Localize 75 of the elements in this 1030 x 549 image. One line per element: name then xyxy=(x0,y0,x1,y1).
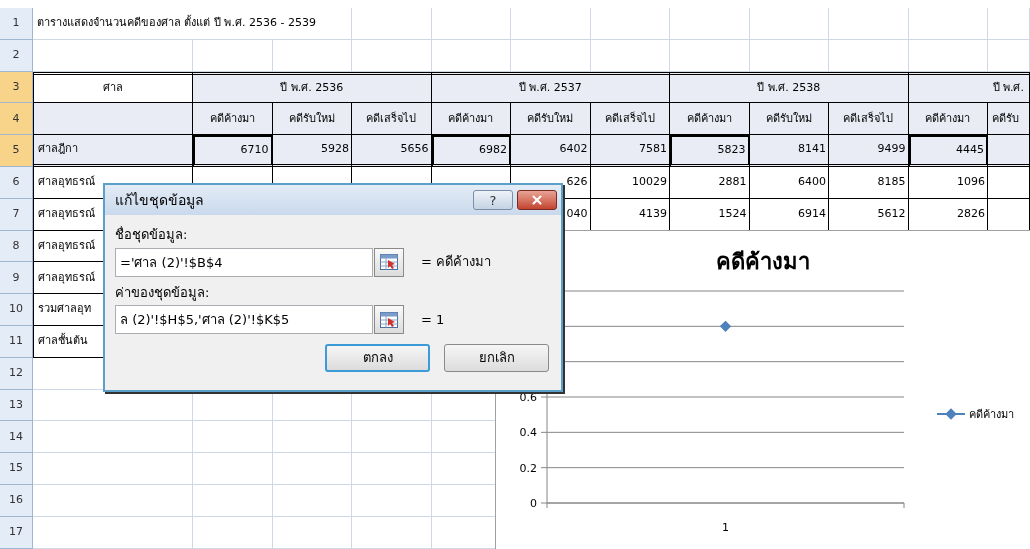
y-tick-mark xyxy=(540,502,548,504)
table-header-cell: คดีเสร็จไป xyxy=(829,103,909,136)
row-header[interactable]: 8 xyxy=(0,230,33,263)
table-cell xyxy=(988,135,1030,167)
reference-field[interactable]: ล (2)'!$H$5,'ศาล (2)'!$K$5 xyxy=(115,305,373,334)
reference-field[interactable]: ='ศาล (2)'!$B$4 xyxy=(115,247,373,277)
range-select-button[interactable] xyxy=(374,247,404,277)
table-header-cell: คดีเสร็จไป xyxy=(590,103,670,136)
table-cell: 5928 xyxy=(272,135,352,167)
table-header-cell: คดีรับใหม่ xyxy=(511,103,591,136)
table-cell: 9499 xyxy=(829,135,909,167)
row-header[interactable]: 12 xyxy=(0,357,33,390)
field-result: = คดีค้างมา xyxy=(421,253,492,272)
close-button[interactable] xyxy=(517,190,557,210)
table-cell: 8141 xyxy=(749,135,829,167)
table-header-cell: คดีค้างมา xyxy=(431,103,511,136)
close-icon xyxy=(530,193,544,207)
table-header-cell: คดีค้างมา xyxy=(908,103,988,136)
table-cell: 2881 xyxy=(670,167,750,199)
y-tick-label: 0.2 xyxy=(519,461,537,475)
field-result: = 1 xyxy=(421,310,445,329)
y-tick-label: 0.4 xyxy=(519,426,537,440)
dialog-button[interactable]: ยกเลิก xyxy=(444,344,549,372)
row-header[interactable]: 17 xyxy=(0,516,33,549)
help-button[interactable]: ? xyxy=(473,190,513,210)
table-cell xyxy=(988,8,1030,40)
table-cell: 6982 xyxy=(431,135,511,167)
row-header[interactable]: 6 xyxy=(0,167,33,199)
row-header[interactable]: 3 xyxy=(0,71,33,104)
table-cell xyxy=(988,39,1030,72)
table-cell: 5656 xyxy=(352,135,432,167)
table-cell: 7581 xyxy=(590,135,670,167)
row-header[interactable]: 2 xyxy=(0,39,33,72)
row-header[interactable]: 1 xyxy=(0,8,33,40)
table-cell: 6402 xyxy=(511,135,591,167)
dialog-button[interactable]: ตกลง xyxy=(325,344,430,372)
table-header-cell: ปี พ.ศ. 2536 xyxy=(193,71,432,104)
table-cell: 1096 xyxy=(908,167,988,199)
row-header[interactable]: 5 xyxy=(0,135,33,167)
chart-title: คดีค้างมา xyxy=(716,249,810,274)
table-header-cell: คดีค้างมา xyxy=(670,103,750,136)
table-cell: 10029 xyxy=(590,167,670,199)
table-header-cell: คดีรับใหม่ xyxy=(749,103,829,136)
table-cell: 4445 xyxy=(908,135,988,167)
row-header[interactable]: 4 xyxy=(0,103,33,136)
row-header[interactable]: 10 xyxy=(0,294,33,326)
table-header-cell: คดีรับ xyxy=(988,103,1030,136)
row-header[interactable]: 16 xyxy=(0,484,33,517)
table-cell: ศาลฎีกา xyxy=(33,135,193,167)
row-header[interactable]: 7 xyxy=(0,198,33,231)
range-select-icon xyxy=(380,311,398,328)
legend-label: คดีค้างมา xyxy=(969,408,1014,421)
table-cell: 5823 xyxy=(670,135,750,167)
range-select-button[interactable] xyxy=(374,305,404,334)
table-cell xyxy=(988,167,1030,199)
table-header-cell: ปี พ.ศ. xyxy=(908,71,1030,104)
table-header-cell: ปี พ.ศ. 2537 xyxy=(431,71,670,104)
table-header-cell: ปี พ.ศ. 2538 xyxy=(670,71,909,104)
row-header[interactable]: 15 xyxy=(0,453,33,485)
row-header[interactable]: 14 xyxy=(0,421,33,454)
sheet-title: ตารางแสดงจำนวนคดีของศาล ตั้งแต่ ปี พ.ศ. 2536 - 2539 xyxy=(33,8,352,40)
row-header[interactable]: 11 xyxy=(0,325,33,358)
row-header[interactable]: 9 xyxy=(0,262,33,295)
table-header-cell: คดีรับใหม่ xyxy=(272,103,352,136)
table-header-cell: คดีเสร็จไป xyxy=(352,103,432,136)
range-select-icon xyxy=(380,254,398,270)
table-header-cell: คดีค้างมา xyxy=(193,103,273,136)
row-header[interactable]: 13 xyxy=(0,389,33,422)
table-cell: 8185 xyxy=(829,167,909,199)
table-cell: 6710 xyxy=(193,135,273,167)
table-header-cell: ศาล xyxy=(33,71,193,104)
x-tick-label: 1 xyxy=(722,521,729,534)
y-tick-label: 0 xyxy=(530,497,537,510)
data-point xyxy=(719,320,732,332)
table-cell: 6400 xyxy=(749,167,829,199)
